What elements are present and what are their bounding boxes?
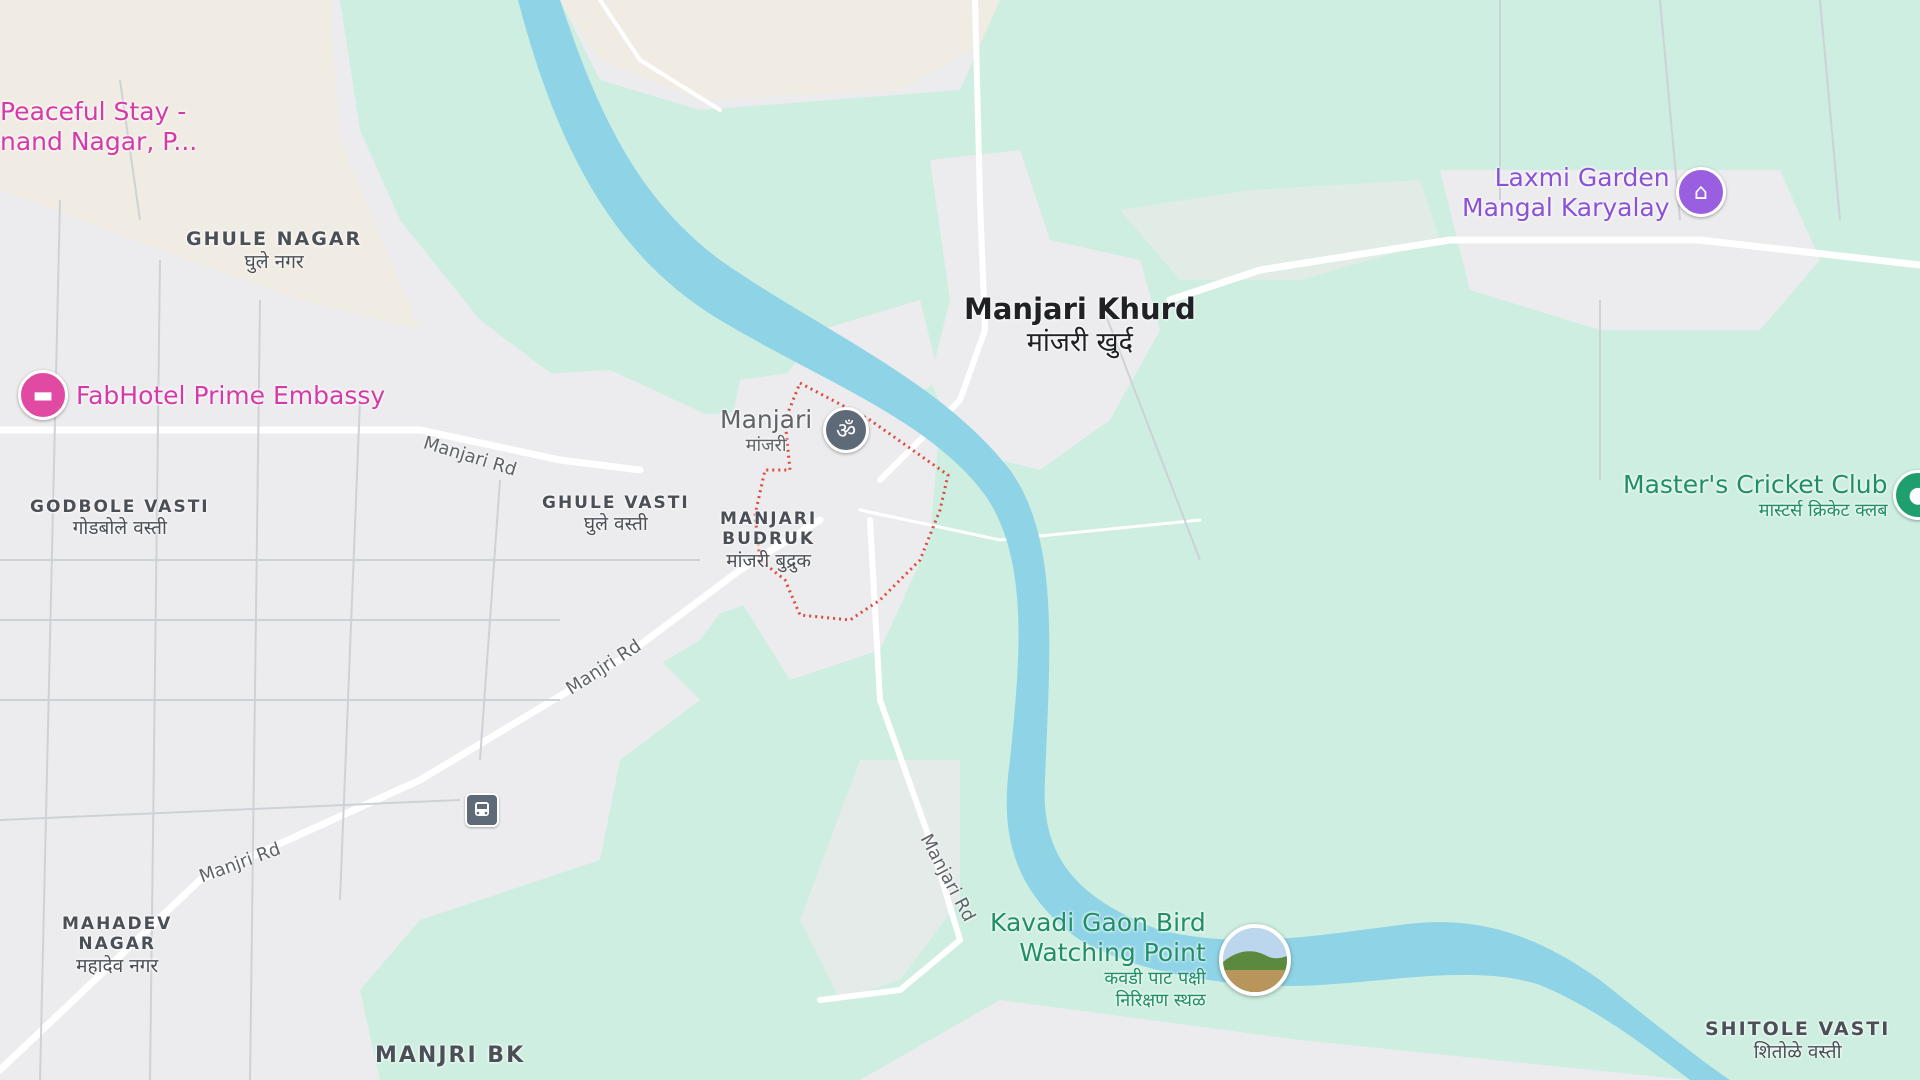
area-name: GHULE VASTI: [542, 493, 690, 513]
area-name-line2: NAGAR: [78, 934, 156, 955]
town-name: Manjari Khurd: [964, 292, 1196, 326]
area-name: GODBOLE VASTI: [30, 497, 210, 517]
bus-stop-icon[interactable]: [465, 793, 499, 827]
poi-laxmi-garden[interactable]: Laxmi Garden Mangal Karyalay: [1462, 163, 1670, 223]
area-name-local: गोडबोले वस्ती: [72, 517, 167, 540]
area-label-manjari-budruk: MANJARI BUDRUK मांजरी बुद्रुक: [720, 509, 817, 573]
area-name-line2: BUDRUK: [722, 529, 816, 550]
poi-name-line1: Peaceful Stay -: [0, 97, 187, 126]
area-label-mahadev-nagar: MAHADEV NAGAR महादेव नगर: [62, 914, 172, 978]
poi-peaceful-stay[interactable]: Peaceful Stay - nand Nagar, P...: [0, 97, 197, 157]
poi-manjari-temple[interactable]: Manjari मांजरी: [720, 405, 812, 457]
poi-masters-cricket-club[interactable]: Master's Cricket Club मास्टर्स क्रिकेट क…: [1623, 470, 1887, 522]
poi-fabhotel[interactable]: FabHotel Prime Embassy: [76, 381, 385, 411]
area-label-manjri-bk: MANJRI BK: [375, 1043, 525, 1069]
area-label-ghule-nagar: GHULE NAGAR घुले नगर: [186, 228, 362, 274]
area-name-local: मांजरी बुद्रुक: [726, 549, 811, 572]
area-label-godbole-vasti: GODBOLE VASTI गोडबोले वस्ती: [30, 497, 210, 540]
area-name: MANJRI BK: [375, 1043, 526, 1068]
area-label-ghule-vasti: GHULE VASTI घुले वस्ती: [542, 493, 690, 536]
town-label-manjari-khurd[interactable]: Manjari Khurd मांजरी खुर्द: [964, 292, 1196, 359]
poi-name-line1: Kavadi Gaon Bird: [990, 908, 1206, 937]
area-name-local: शितोळे वस्ती: [1753, 1040, 1842, 1063]
poi-name: FabHotel Prime Embassy: [76, 381, 386, 410]
photo-landscape: [1223, 928, 1287, 992]
poi-name-line2: Mangal Karyalay: [1462, 193, 1670, 222]
area-name-line1: MANJARI: [720, 509, 818, 529]
area-label-shitole-vasti: SHITOLE VASTI शितोळे वस्ती: [1705, 1018, 1890, 1064]
poi-name: Manjari: [720, 405, 813, 434]
poi-name-line1: Laxmi Garden: [1494, 163, 1670, 192]
map-canvas[interactable]: GHULE NAGAR घुले नगर GODBOLE VASTI गोडबो…: [0, 0, 1920, 1080]
area-name: SHITOLE VASTI: [1705, 1018, 1891, 1040]
area-name-local: घुले वस्ती: [583, 513, 648, 536]
town-name-local: मांजरी खुर्द: [1026, 326, 1133, 358]
poi-name-line2: Watching Point: [1019, 938, 1206, 967]
om-temple-icon[interactable]: ॐ: [823, 407, 869, 453]
bus-glyph: [475, 802, 489, 816]
area-name: GHULE NAGAR: [186, 228, 363, 250]
poi-name-line2: nand Nagar, P...: [0, 127, 198, 156]
poi-name-local: मांजरी: [745, 435, 787, 456]
poi-name-local: मास्टर्स क्रिकेट क्लब: [1758, 500, 1888, 521]
poi-name-local2: निरिक्षण स्थळ: [1115, 989, 1206, 1011]
poi-name-local1: कवडी पाट पक्षी: [1104, 968, 1206, 989]
area-name-local: महादेव नगर: [76, 954, 159, 977]
event-venue-icon[interactable]: ⌂: [1676, 167, 1726, 217]
photo-thumbnail[interactable]: [1219, 924, 1291, 996]
hotel-icon[interactable]: ▬: [18, 370, 68, 420]
poi-kavadi-bird-watching[interactable]: Kavadi Gaon Bird Watching Point कवडी पाट…: [990, 908, 1206, 1011]
area-name-local: घुले नगर: [244, 250, 304, 273]
area-name-line1: MAHADEV: [62, 914, 173, 934]
poi-name: Master's Cricket Club: [1623, 470, 1888, 499]
